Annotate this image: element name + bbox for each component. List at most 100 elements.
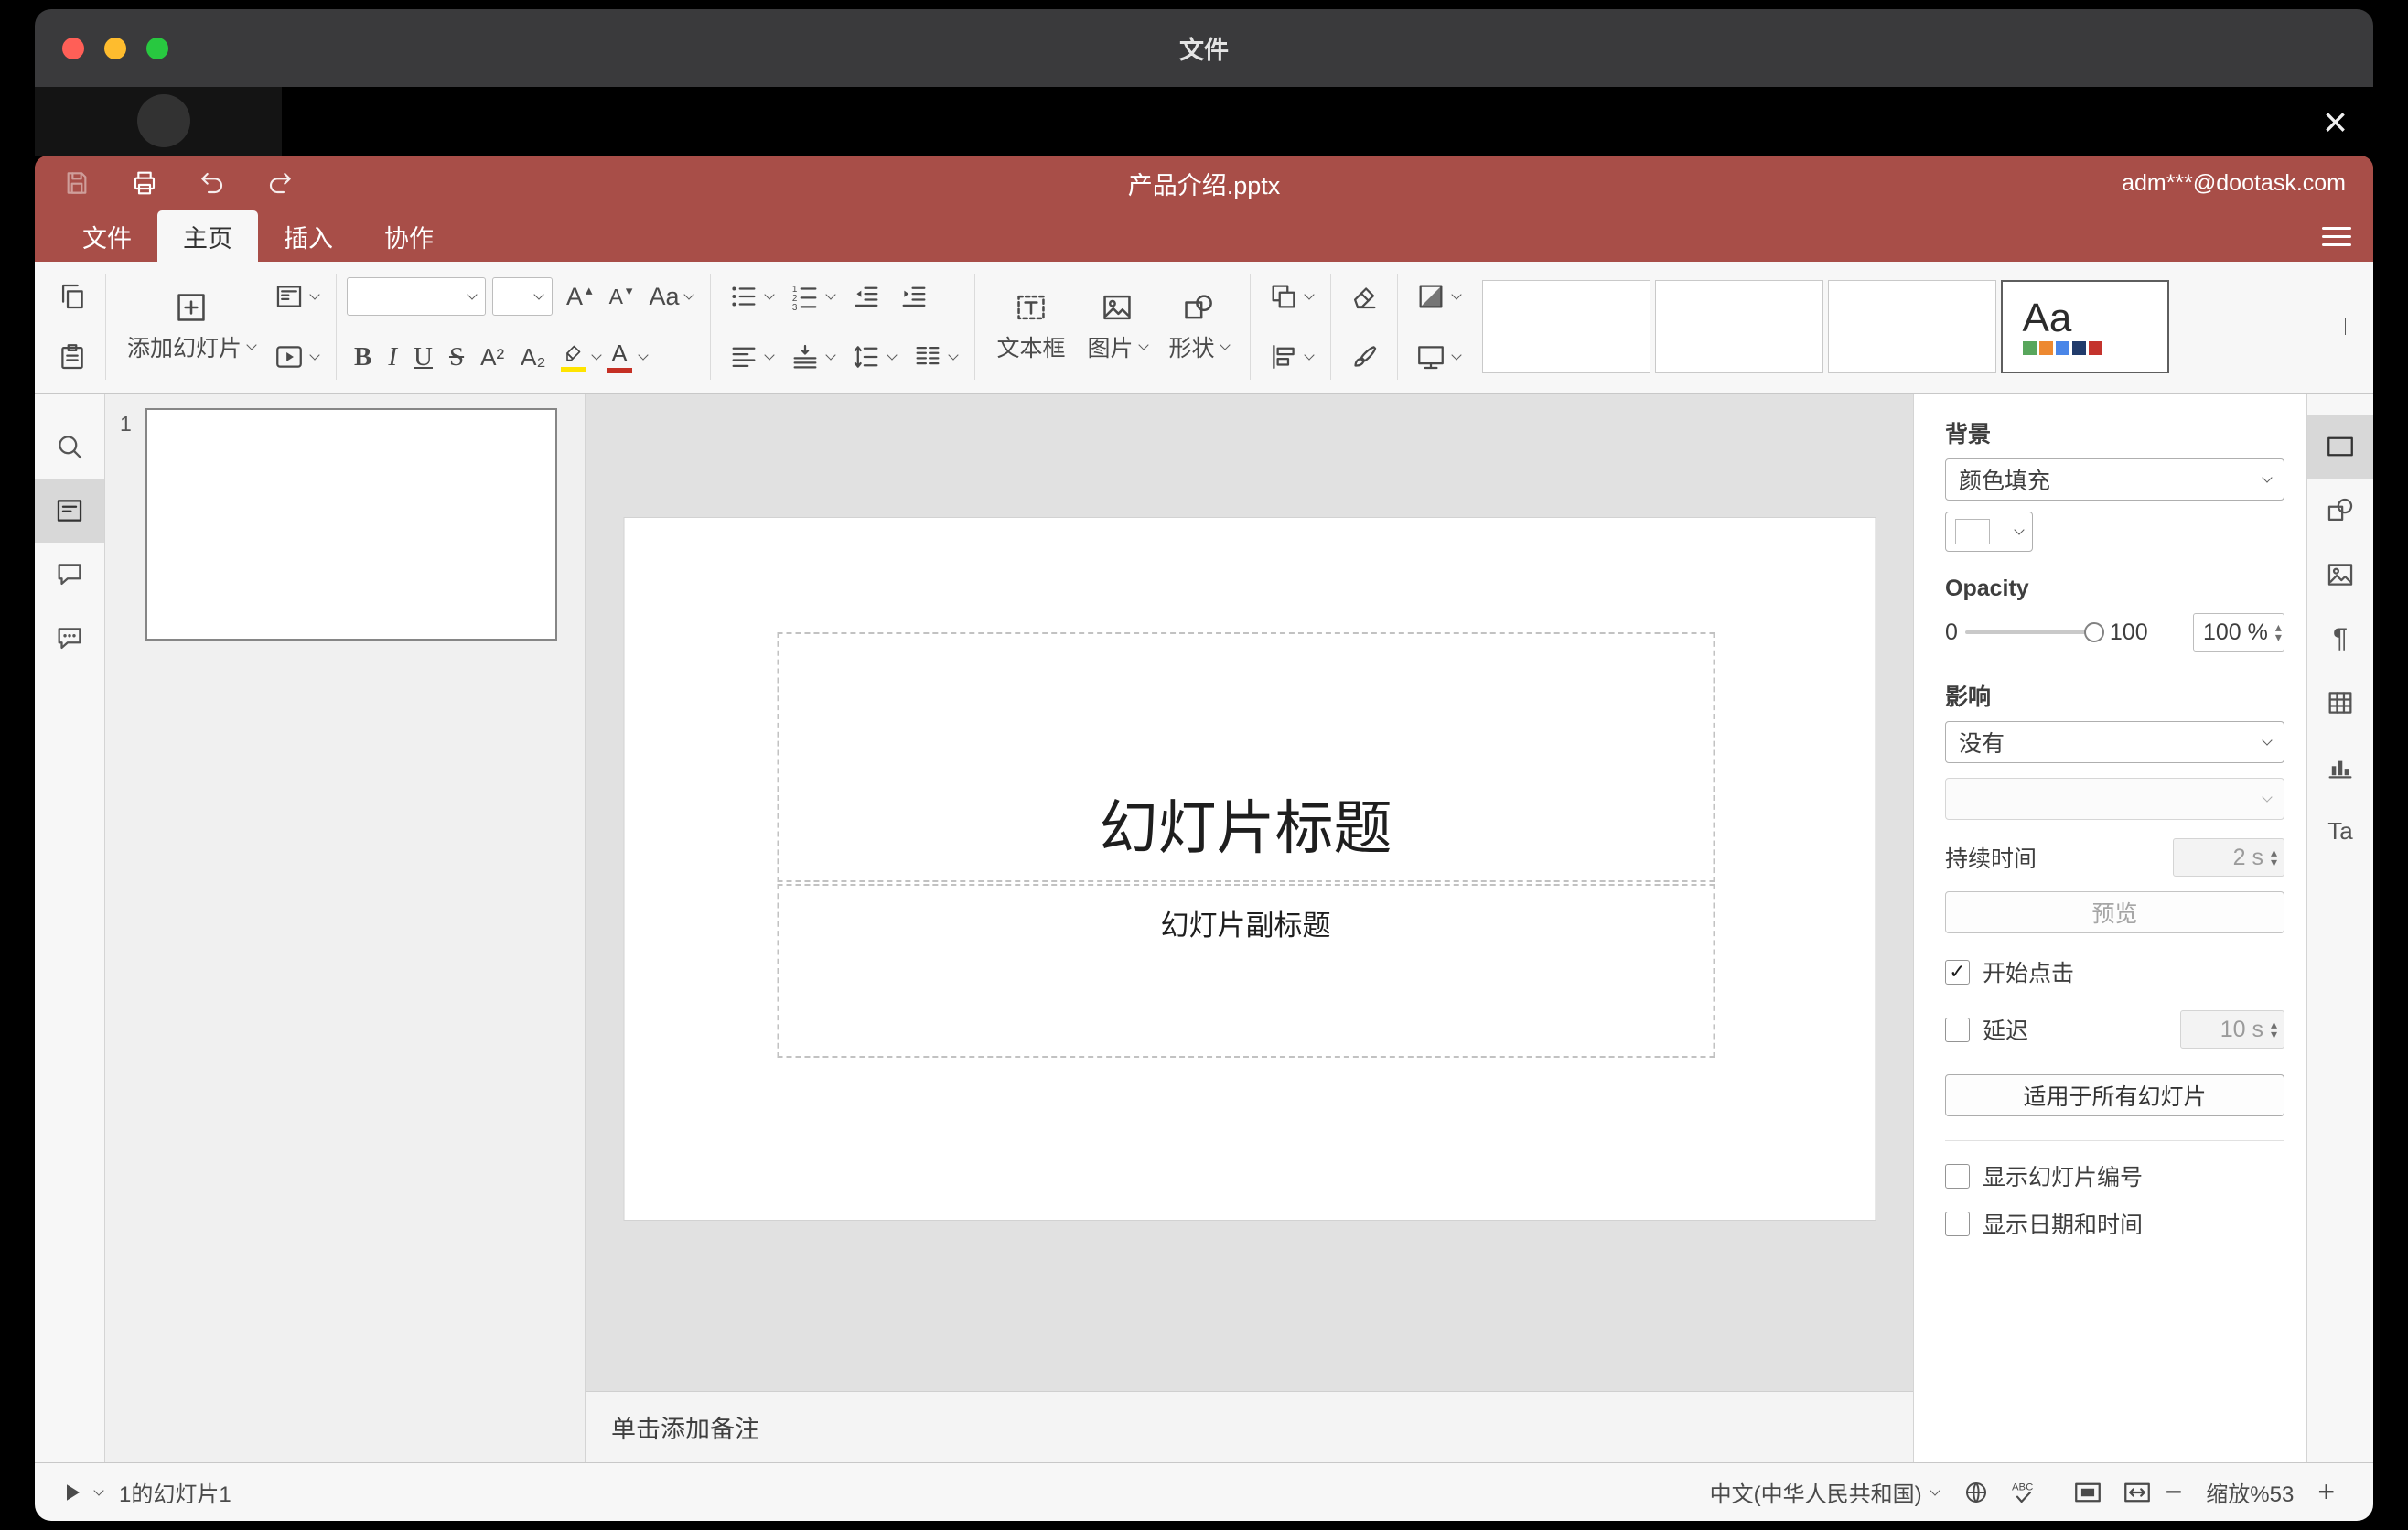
image-settings-tab[interactable] (2307, 543, 2373, 607)
theme-option-1[interactable] (1481, 280, 1650, 373)
spinner-arrows-icon[interactable]: ▴ ▾ (2275, 620, 2282, 643)
vertical-align-button[interactable] (782, 332, 842, 382)
decrease-indent-button[interactable] (844, 272, 889, 321)
print-icon[interactable] (130, 168, 159, 198)
strikethrough-button[interactable]: S (442, 332, 471, 382)
numbering-button[interactable]: 123 (782, 272, 842, 321)
start-on-click-checkbox[interactable]: ✓ (1945, 959, 1970, 985)
zoom-window-button[interactable] (146, 37, 168, 59)
close-icon[interactable]: × (2323, 101, 2348, 143)
show-date-time-label: 显示日期和时间 (1983, 1212, 2144, 1238)
chevron-down-icon (2262, 792, 2273, 803)
slides-panel-button[interactable] (35, 479, 104, 543)
columns-button[interactable] (905, 332, 964, 382)
slide-layout-button[interactable] (266, 272, 326, 321)
transition-type-select[interactable] (1945, 778, 2284, 820)
fill-type-select[interactable]: 颜色填充 (1945, 458, 2284, 501)
tab-file[interactable]: 文件 (57, 210, 157, 262)
apply-to-all-slides-button[interactable]: 适用于所有幻灯片 (1945, 1074, 2284, 1116)
theme-option-3[interactable] (1827, 280, 1996, 373)
horizontal-align-button[interactable] (721, 332, 780, 382)
clear-style-button[interactable] (1341, 272, 1387, 321)
undo-icon[interactable] (198, 168, 227, 198)
copy-button[interactable] (49, 272, 95, 321)
insert-shape-button[interactable]: 形状 (1158, 268, 1240, 385)
font-color-button[interactable]: A (602, 332, 638, 382)
bullets-button[interactable] (721, 272, 780, 321)
slide-settings-tab[interactable] (2307, 415, 2373, 479)
fill-color-select[interactable] (1945, 512, 2033, 552)
insert-textbox-button[interactable]: 文本框 (985, 268, 1076, 385)
duration-input[interactable]: 2 s ▴ ▾ (2173, 838, 2284, 877)
table-settings-tab[interactable] (2307, 671, 2373, 735)
color-scheme-button[interactable] (1408, 272, 1467, 321)
subtitle-placeholder[interactable]: 幻灯片副标题 (777, 884, 1715, 1058)
delay-input[interactable]: 10 s ▴ ▾ (2180, 1010, 2284, 1049)
language-button[interactable]: 中文(中华人民共和国) (1710, 1476, 1940, 1508)
image-label: 图片 (1087, 336, 1134, 361)
font-size-select[interactable] (492, 277, 554, 316)
chevron-down-icon (825, 289, 837, 300)
theme-option-2[interactable] (1654, 280, 1823, 373)
slide-canvas[interactable]: 幻灯片标题 幻灯片副标题 (624, 518, 1875, 1220)
slide-thumbnail[interactable] (145, 408, 557, 641)
theme-gallery-expand-button[interactable] (2332, 306, 2359, 348)
tab-home[interactable]: 主页 (157, 210, 258, 262)
fit-to-width-button[interactable] (2122, 1477, 2153, 1508)
preview-button[interactable]: 预览 (1945, 891, 2284, 933)
show-slide-number-checkbox[interactable] (1945, 1163, 1970, 1189)
spellcheck-button[interactable]: ABC (2010, 1478, 2039, 1507)
delay-checkbox[interactable] (1945, 1017, 1970, 1042)
zoom-in-button[interactable]: + (2305, 1475, 2348, 1509)
feedback-button[interactable] (35, 607, 104, 671)
paragraph-settings-tab[interactable]: ¶ (2307, 607, 2373, 671)
close-window-button[interactable] (62, 37, 84, 59)
opacity-slider[interactable] (1964, 622, 2104, 642)
increase-font-button[interactable]: A ▴ (559, 272, 600, 321)
superscript-button[interactable]: A² (473, 332, 511, 382)
spinner-arrows-icon[interactable]: ▴ ▾ (2271, 1018, 2277, 1040)
notes-area[interactable]: 单击添加备注 (586, 1391, 1913, 1462)
arrange-shape-button[interactable] (1261, 272, 1320, 321)
highlight-color-button[interactable] (555, 332, 591, 382)
italic-button[interactable]: I (381, 332, 404, 382)
add-slide-button[interactable]: 添加幻灯片 (116, 268, 266, 385)
start-slideshow-button[interactable] (266, 332, 326, 382)
comments-button[interactable] (35, 543, 104, 607)
transition-select[interactable]: 没有 (1945, 721, 2284, 763)
start-slideshow-status-button[interactable] (60, 1480, 104, 1505)
line-spacing-button[interactable] (844, 332, 903, 382)
theme-option-selected[interactable]: Aa (2000, 280, 2169, 373)
tab-collaboration[interactable]: 协作 (359, 210, 459, 262)
insert-image-button[interactable]: 图片 (1076, 268, 1157, 385)
title-placeholder[interactable]: 幻灯片标题 (777, 632, 1715, 882)
underline-button[interactable]: U (406, 332, 440, 382)
redo-icon[interactable] (265, 168, 295, 198)
document-language-button[interactable] (1962, 1479, 1990, 1506)
decrease-font-button[interactable]: A ▾ (602, 272, 640, 321)
textart-settings-tab[interactable]: Ta (2307, 799, 2373, 863)
opacity-input[interactable]: 100 % ▴ ▾ (2193, 613, 2284, 652)
font-name-select[interactable] (347, 277, 487, 316)
shape-settings-tab[interactable] (2307, 479, 2373, 543)
increase-indent-button[interactable] (891, 272, 937, 321)
show-date-time-checkbox[interactable] (1945, 1211, 1970, 1236)
hamburger-menu-icon[interactable] (2322, 226, 2351, 246)
opacity-slider-knob[interactable] (2083, 622, 2104, 642)
search-button[interactable] (35, 415, 104, 479)
paste-button[interactable] (49, 332, 95, 382)
copy-style-button[interactable] (1341, 332, 1387, 382)
align-shape-button[interactable] (1261, 332, 1320, 382)
slide-size-button[interactable] (1408, 332, 1467, 382)
save-icon[interactable] (62, 168, 91, 198)
subscript-button[interactable]: A₂ (513, 332, 553, 382)
bold-button[interactable]: B (347, 332, 379, 382)
tab-insert[interactable]: 插入 (258, 210, 359, 262)
spinner-arrows-icon[interactable]: ▴ ▾ (2271, 846, 2277, 868)
zoom-out-button[interactable]: − (2153, 1475, 2196, 1509)
add-slide-label: 添加幻灯片 (127, 336, 242, 361)
chart-settings-tab[interactable] (2307, 735, 2373, 799)
change-case-button[interactable]: Aa (641, 272, 700, 321)
minimize-window-button[interactable] (104, 37, 126, 59)
fit-to-slide-button[interactable] (2072, 1477, 2103, 1508)
